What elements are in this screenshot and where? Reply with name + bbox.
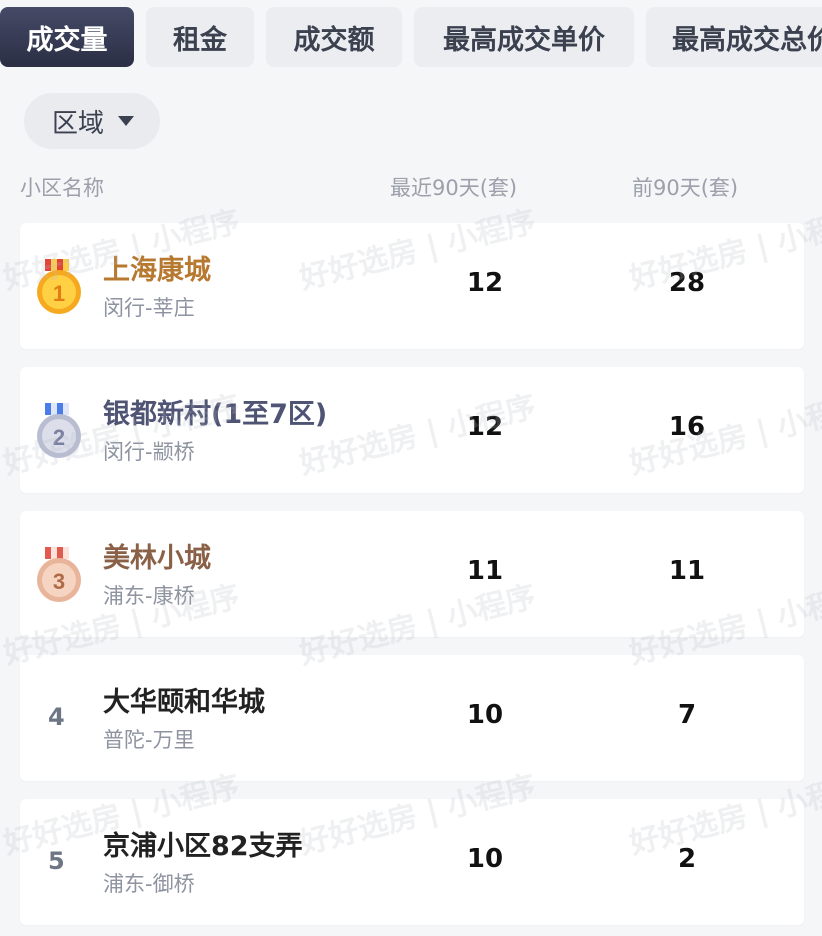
ranking-row-5[interactable]: 5 京浦小区82支弄 浦东-御桥 10 2 (20, 799, 804, 925)
community-name[interactable]: 上海康城 (103, 248, 211, 287)
community-location: 普陀-万里 (103, 728, 195, 752)
community-location: 闵行-莘庄 (103, 296, 195, 320)
caret-down-icon (118, 116, 135, 126)
community-name[interactable]: 银都新村(1至7区) (103, 392, 327, 431)
previous-90-day-count: 16 (668, 412, 706, 442)
metric-tab-bar: 成交量 租金 成交额 最高成交单价 最高成交总价 (0, 7, 822, 67)
recent-90-day-count: 10 (466, 700, 504, 730)
tab-transaction-amount[interactable]: 成交额 (266, 7, 402, 67)
svg-text:1: 1 (53, 281, 65, 306)
svg-text:2: 2 (53, 425, 65, 450)
recent-90-day-count: 10 (466, 844, 504, 874)
bronze-medal-icon: 3 (37, 547, 81, 602)
rank-number: 5 (48, 847, 65, 875)
previous-90-day-count: 2 (677, 844, 697, 874)
previous-90-day-count: 11 (668, 556, 706, 586)
column-header-previous-90-days: 前90天(套) (632, 176, 739, 200)
ranking-row-1[interactable]: 1 上海康城 闵行-莘庄 12 28 (20, 223, 804, 349)
community-location: 浦东-御桥 (103, 872, 195, 896)
ranking-row-3[interactable]: 3 美林小城 浦东-康桥 11 11 (20, 511, 804, 637)
column-header-name: 小区名称 (20, 176, 104, 200)
rank-number: 4 (48, 703, 65, 731)
ranking-row-4[interactable]: 4 大华颐和华城 普陀-万里 10 7 (20, 655, 804, 781)
community-name[interactable]: 大华颐和华城 (103, 680, 265, 719)
region-filter-label: 区域 (52, 108, 105, 139)
community-location: 闵行-颛桥 (103, 440, 195, 464)
tab-rent[interactable]: 租金 (146, 7, 254, 67)
community-name[interactable]: 京浦小区82支弄 (103, 824, 303, 863)
recent-90-day-count: 12 (466, 268, 504, 298)
tab-max-unit-price[interactable]: 最高成交单价 (414, 7, 634, 67)
tab-max-total-price[interactable]: 最高成交总价 (646, 7, 822, 67)
community-location: 浦东-康桥 (103, 584, 195, 608)
recent-90-day-count: 11 (466, 556, 504, 586)
svg-text:3: 3 (53, 569, 65, 594)
previous-90-day-count: 28 (668, 268, 706, 298)
gold-medal-icon: 1 (37, 259, 81, 314)
previous-90-day-count: 7 (677, 700, 697, 730)
recent-90-day-count: 12 (466, 412, 504, 442)
tab-transaction-volume[interactable]: 成交量 (0, 7, 134, 67)
region-filter-dropdown[interactable]: 区域 (24, 93, 160, 149)
silver-medal-icon: 2 (37, 403, 81, 458)
community-name[interactable]: 美林小城 (103, 536, 211, 575)
column-header-recent-90-days: 最近90天(套) (390, 176, 518, 200)
ranking-row-2[interactable]: 2 银都新村(1至7区) 闵行-颛桥 12 16 (20, 367, 804, 493)
